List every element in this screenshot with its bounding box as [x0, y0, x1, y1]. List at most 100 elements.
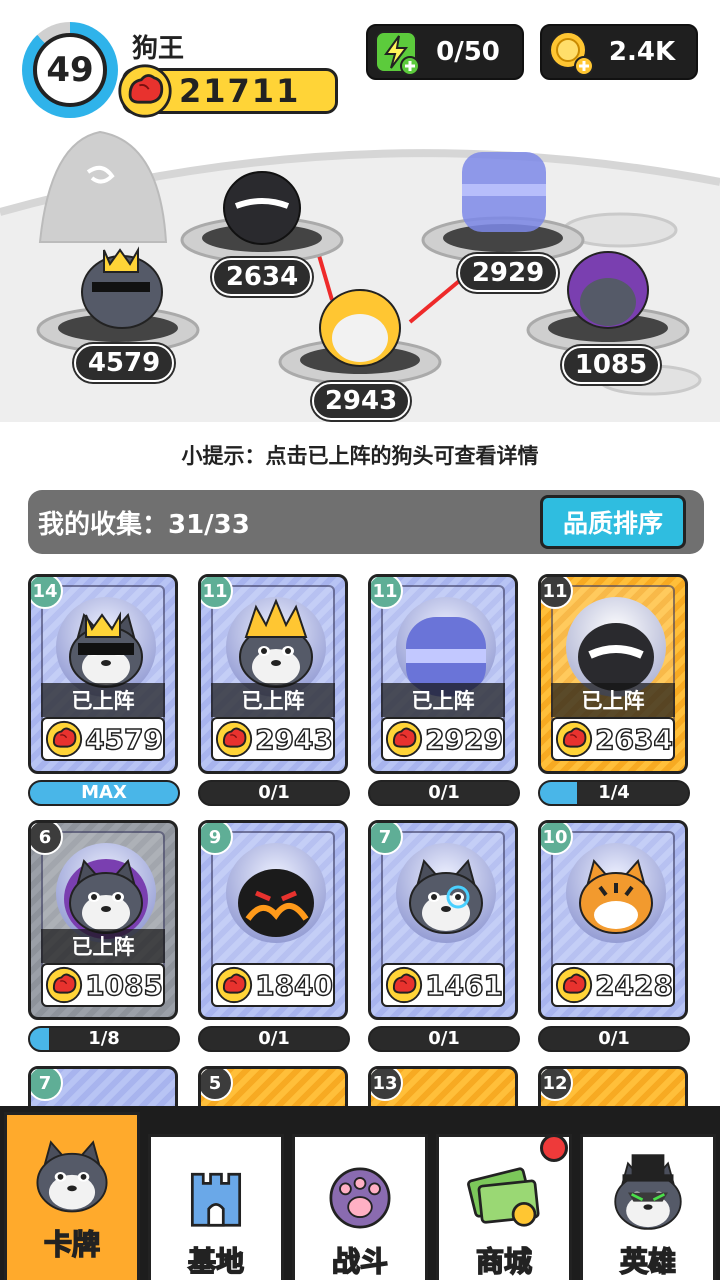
energy-value: 0/50: [436, 37, 500, 67]
card-power: 1085: [41, 963, 165, 1007]
tab-battle[interactable]: 战斗: [292, 1134, 428, 1280]
progress-text: 0/1: [258, 782, 290, 803]
card-power-value: 2929: [424, 722, 503, 757]
tab-cards-label: 卡牌: [43, 1227, 101, 1262]
dog-portrait: [566, 843, 666, 943]
card-upgrade-progress: MAX: [28, 780, 180, 806]
arena-power-tag[interactable]: 2943: [312, 382, 410, 420]
card-power-value: 2634: [594, 722, 673, 757]
card-power: 2428: [551, 963, 675, 1007]
card-level-badge: 12: [541, 1069, 573, 1101]
dog-portrait: [226, 597, 326, 697]
tab-battle-label: 战斗: [331, 1244, 389, 1279]
shop-notification-dot: [540, 1134, 568, 1162]
dog-card[interactable]: 已上阵 1085 6: [28, 820, 178, 1020]
card-power: 2943: [211, 717, 335, 761]
boxing-glove-icon: [215, 719, 253, 759]
total-power: 21711: [122, 68, 338, 114]
total-power-value: 21711: [179, 72, 301, 110]
card-upgrade-progress: 1/4: [538, 780, 690, 806]
card-power-value: 1461: [424, 968, 503, 1003]
card-power-value: 2943: [254, 722, 333, 757]
tab-base-label: 基地: [187, 1244, 245, 1279]
dog-portrait: [56, 597, 156, 697]
card-upgrade-progress: 0/1: [198, 780, 350, 806]
hint-text: 小提示：点击已上阵的狗头可查看详情: [181, 444, 539, 468]
dog-portrait: [56, 843, 156, 943]
progress-text: 1/4: [598, 782, 630, 803]
deployed-label: 已上阵: [551, 683, 675, 717]
dog-portrait: [226, 843, 326, 943]
card-power: 2634: [551, 717, 675, 761]
tab-shop-label: 商城: [475, 1244, 533, 1279]
card-level-badge: 7: [31, 1069, 63, 1101]
card-upgrade-progress: 0/1: [368, 780, 520, 806]
hero-dog-icon: [600, 1154, 696, 1238]
collection-count: 我的收集：31/33: [38, 509, 250, 540]
arena-power-tag[interactable]: 4579: [74, 344, 174, 382]
card-power: 2929: [381, 717, 505, 761]
progress-text: 0/1: [428, 1028, 460, 1049]
boxing-glove-icon: [117, 63, 173, 119]
arena-power-tag[interactable]: 2634: [212, 258, 312, 296]
tab-cards[interactable]: 卡牌: [4, 1112, 140, 1280]
card-upgrade-progress: 0/1: [198, 1026, 350, 1052]
dog-card[interactable]: 已上阵 2929 11: [368, 574, 518, 774]
castle-icon: [190, 1172, 242, 1227]
card-power-value: 1085: [84, 968, 163, 1003]
energy-counter[interactable]: 0/50: [366, 24, 524, 80]
boxing-glove-icon: [215, 965, 253, 1005]
boxing-glove-icon: [385, 965, 423, 1005]
dog-head-icon: [24, 1125, 120, 1221]
sort-by-quality-button[interactable]: 品质排序: [540, 495, 686, 549]
level-ring[interactable]: 49: [22, 22, 118, 118]
coin-value: 2.4K: [608, 37, 676, 67]
dog-card[interactable]: 1461 7: [368, 820, 518, 1020]
card-upgrade-progress: 0/1: [368, 1026, 520, 1052]
boxing-glove-icon: [555, 719, 593, 759]
player-name: 狗王: [132, 34, 185, 64]
cash-icon: [467, 1167, 540, 1227]
progress-text: 0/1: [428, 782, 460, 803]
card-power: 1840: [211, 963, 335, 1007]
dog-card[interactable]: 已上阵 2943 11: [198, 574, 348, 774]
card-level-badge: 5: [201, 1069, 233, 1101]
progress-text: MAX: [81, 782, 127, 803]
arena-power-tag[interactable]: 1085: [562, 346, 660, 384]
progress-text: 0/1: [598, 1028, 630, 1049]
dog-card[interactable]: 已上阵 2634 11: [538, 574, 688, 774]
level-number: 49: [33, 33, 107, 107]
deployed-label: 已上阵: [41, 929, 165, 963]
progress-text: 0/1: [258, 1028, 290, 1049]
dog-card[interactable]: 已上阵 4579 14: [28, 574, 178, 774]
card-power: 1461: [381, 963, 505, 1007]
dog-portrait: [566, 597, 666, 697]
boxing-glove-icon: [45, 965, 83, 1005]
deployed-label: 已上阵: [211, 683, 335, 717]
card-upgrade-progress: 1/8: [28, 1026, 180, 1052]
progress-text: 1/8: [88, 1028, 120, 1049]
dog-card[interactable]: 1840 9: [198, 820, 348, 1020]
boxing-glove-icon: [45, 719, 83, 759]
dog-card[interactable]: 2428 10: [538, 820, 688, 1020]
dog-portrait: [396, 843, 496, 943]
dog-portrait: [396, 597, 496, 697]
boxing-glove-icon: [555, 965, 593, 1005]
card-upgrade-progress: 0/1: [538, 1026, 690, 1052]
tab-heroes[interactable]: 英雄: [580, 1134, 716, 1280]
arena-lineup: 2634 2929 4579 1085 2943: [0, 122, 720, 422]
coin-add-icon: [549, 31, 594, 76]
paw-icon: [329, 1167, 391, 1229]
arena-power-tag[interactable]: 2929: [458, 254, 558, 292]
energy-add-icon: [375, 31, 420, 76]
tab-base[interactable]: 基地: [148, 1134, 284, 1280]
boxing-glove-icon: [385, 719, 423, 759]
card-power: 4579: [41, 717, 165, 761]
card-power-value: 2428: [594, 968, 673, 1003]
deployed-label: 已上阵: [41, 683, 165, 717]
card-power-value: 1840: [254, 968, 333, 1003]
deployed-label: 已上阵: [381, 683, 505, 717]
card-level-badge: 13: [371, 1069, 403, 1101]
coin-counter[interactable]: 2.4K: [540, 24, 698, 80]
card-power-value: 4579: [84, 722, 163, 757]
